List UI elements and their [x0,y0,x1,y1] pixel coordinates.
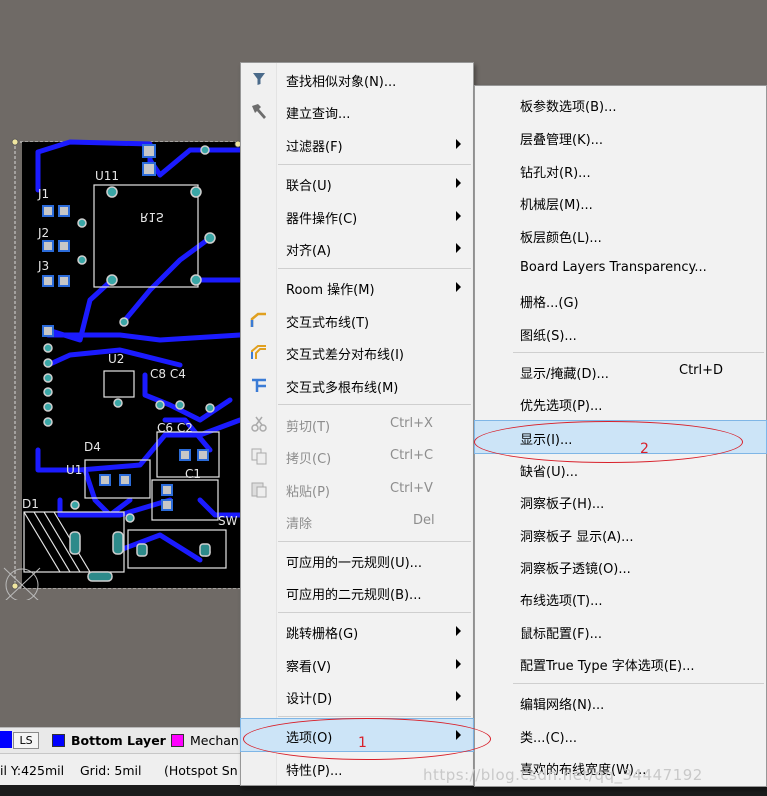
sub-preferences[interactable]: 优先选项(P)... [475,388,766,418]
annotation-number-2: 2 [640,441,649,457]
annotation-ellipse-2 [474,421,743,463]
hammer-icon [252,104,266,119]
submenu-arrow-icon [456,282,461,292]
status-y-coord: il Y:425mil [0,763,65,778]
label-j3: J3 [37,259,49,273]
context-menu: 查找相似对象(N)... 建立查询... 过滤器(F) 联合(U) 器件操作(C… [240,62,474,786]
scissors-icon [251,416,267,432]
submenu-arrow-icon [456,139,461,149]
menu-clear[interactable]: 清除 Del [241,506,473,536]
submenu-arrow-icon [456,211,461,221]
label-u11-mirror: R1S [140,210,164,224]
menu-find-similar[interactable]: 查找相似对象(N)... [241,64,473,94]
sub-layer-stack[interactable]: 层叠管理(K)... [475,122,766,152]
menu-cut[interactable]: 剪切(T) Ctrl+X [241,409,473,439]
menu-multi-route[interactable]: 交互式多根布线(M) [241,370,473,400]
label-u1: U1 [66,463,82,477]
ls-button[interactable]: LS [13,732,39,749]
submenu-arrow-icon [456,626,461,636]
menu-jump-grid[interactable]: 跳转栅格(G) [241,616,473,646]
menu-binary-rules[interactable]: 可应用的二元规则(B)... [241,577,473,607]
status-bar: il Y:425mil Grid: 5mil (Hotspot Sn [0,753,245,786]
label-sw: SW [218,514,238,528]
sub-mechanical-layers[interactable]: 机械层(M)... [475,187,766,217]
sub-grid[interactable]: 栅格...(G) [475,285,766,315]
menu-diff-pair-route[interactable]: 交互式差分对布线(I) [241,337,473,367]
route-icon [250,312,266,327]
sub-board-insight[interactable]: 洞察板子(H)... [475,486,766,516]
menu-separator [278,404,471,405]
submenu-arrow-icon [456,178,461,188]
tab-mechanical-label: Mechan [190,732,239,748]
menu-separator [278,268,471,269]
menu-separator [513,683,764,684]
sub-drill-pairs[interactable]: 钻孔对(R)... [475,155,766,185]
sub-show-hide[interactable]: 显示/掩藏(D)... Ctrl+D [475,356,766,386]
status-grid: Grid: 5mil [80,763,142,778]
sub-sheet[interactable]: 图纸(S)... [475,318,766,348]
bottom-layer-swatch [52,733,65,747]
label-c6c2: C6 C2 [157,421,193,435]
menu-room-actions[interactable]: Room 操作(M) [241,272,473,302]
menu-separator [513,352,764,353]
label-c1: C1 [185,467,201,481]
menu-separator [278,612,471,613]
label-j2: J2 [37,226,49,240]
menu-interactive-route[interactable]: 交互式布线(T) [241,305,473,335]
menu-filter[interactable]: 过滤器(F) [241,129,473,159]
label-u2: U2 [108,352,124,366]
menu-union[interactable]: 联合(U) [241,168,473,198]
menu-copy[interactable]: 拷贝(C) Ctrl+C [241,441,473,471]
sub-routing-options[interactable]: 布线选项(T)... [475,583,766,613]
menu-align[interactable]: 对齐(A) [241,233,473,263]
tab-bottom-layer[interactable]: Bottom Layer [52,730,166,750]
sub-layer-colors[interactable]: 板层颜色(L)... [475,220,766,250]
paste-icon [251,482,267,498]
mechanical-swatch [171,733,184,747]
label-u11: U11 [95,169,119,183]
sub-edit-nets[interactable]: 编辑网络(N)... [475,687,766,717]
sub-layers-transparency[interactable]: Board Layers Transparency... [475,253,766,283]
status-hotspot: (Hotspot Sn [164,763,238,778]
submenu-arrow-icon [456,243,461,253]
sub-board-insight-display[interactable]: 洞察板子 显示(A)... [475,519,766,549]
menu-component-actions[interactable]: 器件操作(C) [241,201,473,231]
menu-paste[interactable]: 粘贴(P) Ctrl+V [241,474,473,504]
annotation-number-1: 1 [358,735,367,751]
menu-build-query[interactable]: 建立查询... [241,96,473,126]
label-c8c4: C8 C4 [150,367,186,381]
menu-separator [278,716,471,717]
menu-separator [278,164,471,165]
sub-board-options[interactable]: 板参数选项(B)... [475,89,766,119]
label-d4: D4 [84,440,101,454]
label-j1: J1 [37,187,49,201]
diff-route-icon [251,345,266,359]
label-d1: D1 [22,497,39,511]
menu-design[interactable]: 设计(D) [241,681,473,711]
menu-view[interactable]: 察看(V) [241,649,473,679]
sub-mouse-config[interactable]: 鼠标配置(F)... [475,616,766,646]
menu-separator [278,541,471,542]
layer-tabs-bar: LS Bottom Layer Mechan [0,727,245,753]
sub-truetype-fonts[interactable]: 配置True Type 字体选项(E)... [475,648,766,678]
submenu-arrow-icon [456,659,461,669]
menu-unary-rules[interactable]: 可应用的一元规则(U)... [241,545,473,575]
funnel-icon [253,73,265,85]
copy-icon [251,448,267,465]
sub-classes[interactable]: 类...(C)... [475,720,766,750]
pcb-canvas[interactable]: U11 R1S J1 J2 J3 U2 C8 C4 C6 C2 D4 U1 C1… [0,120,250,600]
annotation-ellipse-1 [243,718,491,760]
tab-mechanical[interactable]: Mechan [171,730,239,750]
watermark: https://blog.csdn.net/qq_34447192 [423,766,703,784]
submenu-arrow-icon [456,691,461,701]
layer-color-swatch [0,731,12,748]
tab-bottom-layer-label: Bottom Layer [71,732,166,748]
sub-board-insight-lens[interactable]: 洞察板子透镜(O)... [475,551,766,581]
multi-route-icon [252,378,266,392]
